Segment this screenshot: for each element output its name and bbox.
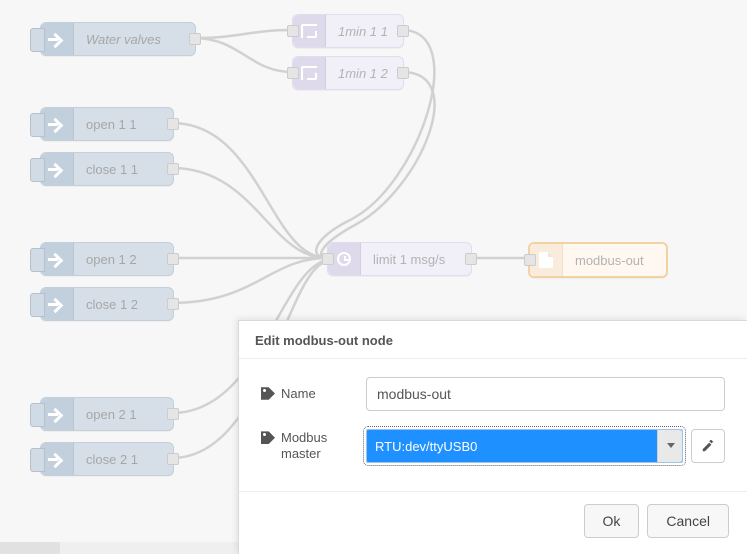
panel-title: Edit modbus-out node [239,321,747,359]
field-name-row: Name [261,377,725,411]
master-field-label: Modbus master [281,430,366,461]
edit-master-button[interactable] [691,429,725,463]
pencil-icon [701,439,715,453]
edit-node-panel: Edit modbus-out node Name Modbus master … [238,320,747,554]
modbus-master-select[interactable]: RTU:dev/ttyUSB0 [366,429,683,463]
ok-button[interactable]: Ok [584,504,640,538]
tag-icon [261,431,275,445]
cancel-button[interactable]: Cancel [647,504,729,538]
name-field-label: Name [281,386,316,402]
name-input[interactable] [366,377,725,411]
field-master-row: Modbus master RTU:dev/ttyUSB0 [261,429,725,463]
tag-icon [261,387,275,401]
